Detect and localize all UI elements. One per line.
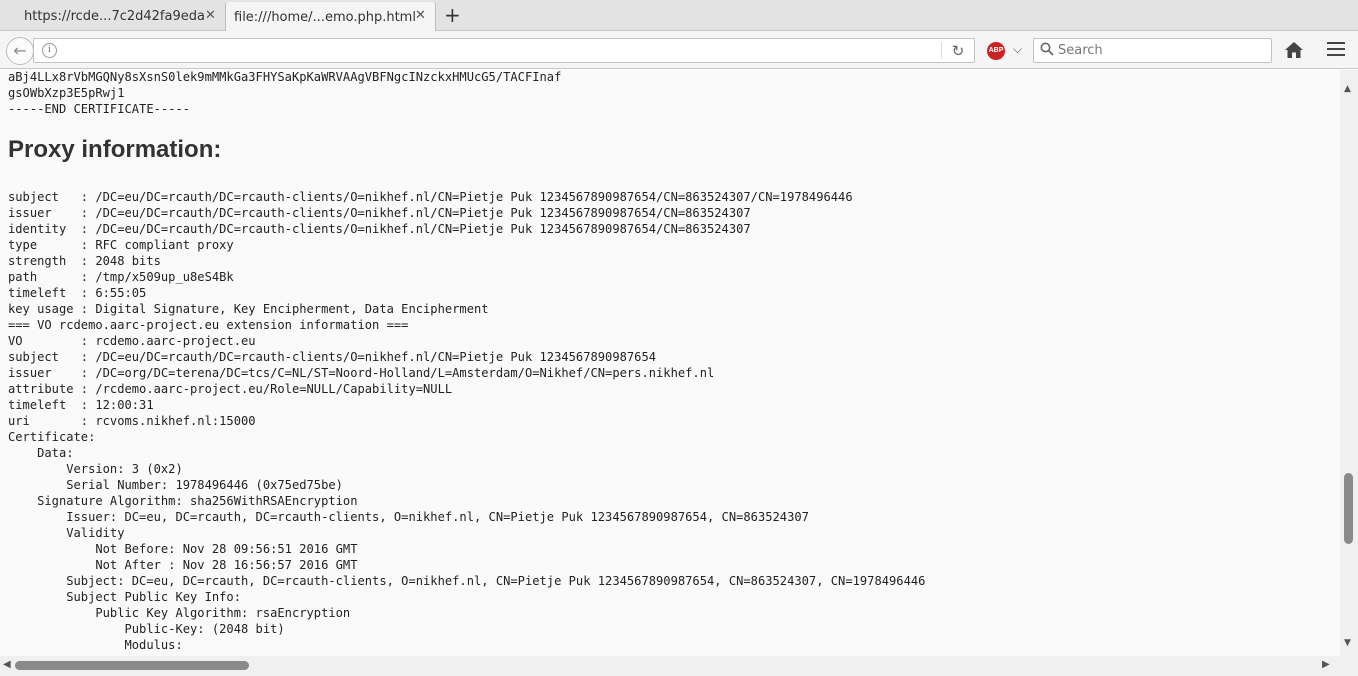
menu-bar [1327,48,1345,50]
scroll-down-arrow-icon[interactable]: ▼ [1344,638,1351,648]
tab-strip: https://rcde...7c2d42fa9eda ✕ file:///ho… [0,0,1358,32]
adblock-icon[interactable]: ABP [987,42,1005,60]
tab-title: https://rcde...7c2d42fa9eda [24,9,205,24]
info-icon[interactable]: i [42,43,57,58]
tab-title: file:///home/...emo.php.html [234,9,416,25]
search-input[interactable] [1058,41,1263,60]
scroll-right-arrow-icon[interactable]: ▶ [1322,659,1330,670]
navigation-toolbar: i ↻ ← ABP ⌵ [0,31,1358,69]
page-heading: Proxy information: [8,136,222,163]
proxy-info-text: subject : /DC=eu/DC=rcauth/DC=rcauth-cli… [8,190,926,652]
url-divider [941,42,942,59]
reload-icon[interactable]: ↻ [948,41,968,61]
tab-rcdemo[interactable]: https://rcde...7c2d42fa9eda ✕ [0,2,225,31]
scrollbar-corner [1340,656,1358,676]
back-button[interactable]: ← [6,37,34,65]
vertical-scrollbar[interactable]: ▲ ▼ [1340,70,1358,656]
close-icon[interactable]: ✕ [415,8,426,23]
home-icon[interactable] [1284,41,1304,59]
tab-file-active[interactable]: file:///home/...emo.php.html ✕ [225,2,436,32]
vertical-scroll-thumb[interactable] [1344,473,1353,544]
new-tab-button[interactable]: + [444,4,461,26]
scroll-left-arrow-icon[interactable]: ◀ [3,659,11,670]
page-content: aBj4LLx8rVbMGQNy8sXsnS0lek9mMMkGa3FHYSaK… [0,70,1340,656]
horizontal-scrollbar[interactable]: ◀ ▶ [0,656,1358,676]
search-bar[interactable] [1033,38,1272,63]
url-input[interactable] [68,41,928,60]
menu-bar [1327,54,1345,56]
close-icon[interactable]: ✕ [205,8,216,23]
horizontal-scroll-thumb[interactable] [15,661,249,670]
search-icon [1040,42,1054,56]
certificate-tail-text: aBj4LLx8rVbMGQNy8sXsnS0lek9mMMkGa3FHYSaK… [8,70,562,116]
menu-bar [1327,42,1345,44]
url-bar[interactable]: i ↻ [33,38,975,63]
chevron-down-icon[interactable]: ⌵ [1013,42,1022,57]
hamburger-menu-icon[interactable] [1327,42,1345,58]
scroll-up-arrow-icon[interactable]: ▲ [1344,84,1351,94]
